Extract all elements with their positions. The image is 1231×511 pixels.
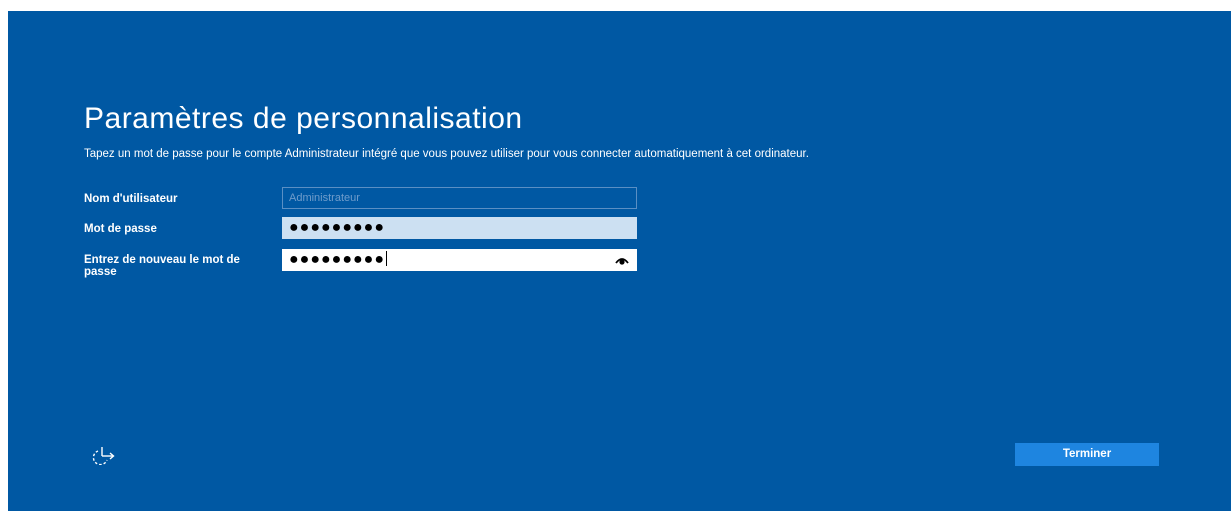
username-label: Nom d'utilisateur (84, 193, 178, 205)
text-caret (385, 251, 387, 266)
confirm-password-value: ●●●●●●●●● (289, 251, 385, 268)
ease-of-access-icon[interactable] (92, 445, 118, 465)
finish-button[interactable]: Terminer (1015, 443, 1159, 466)
oobe-screen: Paramètres de personnalisation Tapez un … (8, 11, 1231, 511)
page-title: Paramètres de personnalisation (84, 102, 523, 135)
eye-reveal-icon[interactable] (615, 255, 629, 265)
password-value: ●●●●●●●●● (289, 219, 385, 236)
username-placeholder: Administrateur (289, 192, 360, 204)
page-description: Tapez un mot de passe pour le compte Adm… (84, 148, 809, 160)
username-field[interactable]: Administrateur (282, 187, 637, 209)
password-label: Mot de passe (84, 223, 157, 235)
password-field[interactable]: ●●●●●●●●● (282, 217, 637, 239)
confirm-password-label: Entrez de nouveau le mot de passe (84, 254, 240, 278)
confirm-password-field[interactable]: ●●●●●●●●● (282, 249, 637, 271)
